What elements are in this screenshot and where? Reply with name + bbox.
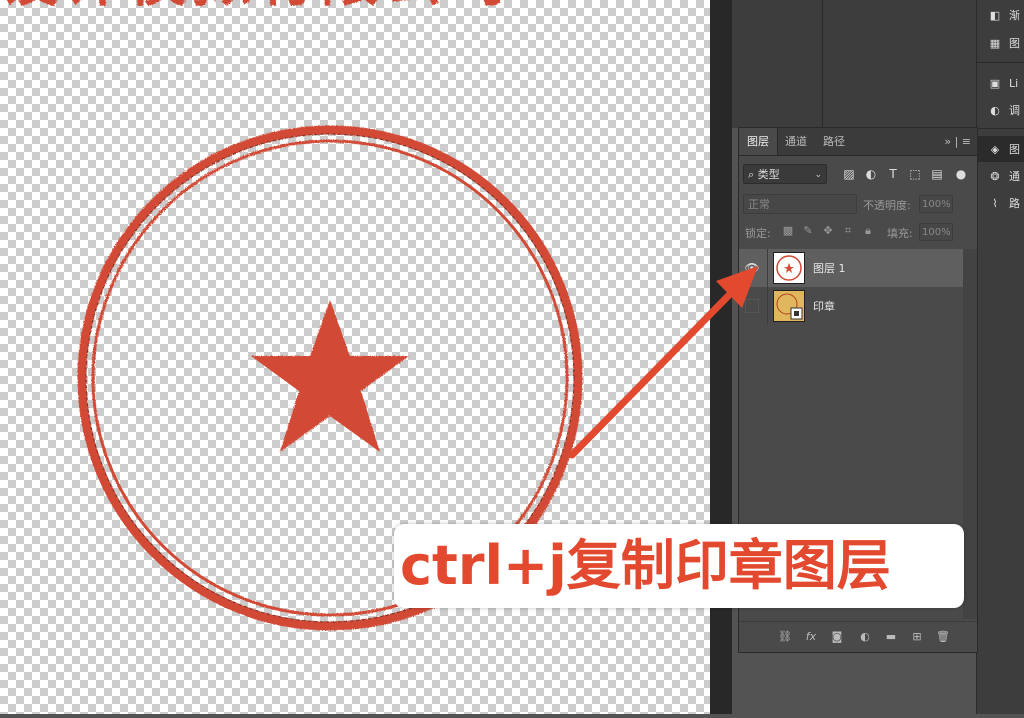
- layers-scrollbar[interactable]: [963, 249, 977, 619]
- annotation-text: ctrl+j复制印章图层: [400, 534, 891, 597]
- adjustments-icon: ◐: [990, 103, 1000, 117]
- filter-adjustment-icon[interactable]: ◐: [863, 166, 879, 182]
- tab-paths[interactable]: 路径: [815, 128, 853, 155]
- paths-icon: ⌇: [992, 196, 998, 210]
- lock-artboard-icon[interactable]: ⌗: [841, 224, 855, 238]
- tab-layers[interactable]: 图层: [739, 128, 778, 155]
- pattern-grid-icon: ▦: [989, 36, 1001, 50]
- trash-icon[interactable]: 🗑︎: [935, 629, 951, 645]
- annotation-callout: ctrl+j复制印章图层: [394, 524, 964, 608]
- lock-paint-icon[interactable]: ✎: [801, 224, 815, 238]
- stamp-star: [251, 300, 409, 452]
- lock-move-icon[interactable]: ✥: [821, 224, 835, 238]
- fill-field[interactable]: 100%: [919, 223, 953, 241]
- layer-thumbnail: [773, 290, 805, 322]
- channels-icon: ❂: [990, 169, 1000, 183]
- panel-menu-button[interactable]: » | ≡: [944, 128, 971, 155]
- layer-thumbnail: [773, 252, 805, 284]
- fx-icon[interactable]: fx: [803, 629, 819, 645]
- panel-tabs: 图层 通道 路径 » | ≡: [739, 128, 977, 156]
- chevron-down-icon: ⌄: [814, 170, 822, 180]
- stamp-text: 设计模拟有限公司: [0, 0, 512, 14]
- lock-transparent-icon[interactable]: ▩: [781, 224, 795, 238]
- panel-adjustments[interactable]: ◐ 调: [977, 97, 1024, 123]
- blend-mode-select[interactable]: 正常: [743, 194, 857, 214]
- library-icon: ▣: [989, 76, 1001, 90]
- fill-label: 填充:: [887, 227, 913, 240]
- layers-icon: ◈: [990, 142, 1000, 156]
- filter-pixel-icon[interactable]: ▨: [841, 166, 857, 182]
- opacity-field[interactable]: 100%: [919, 195, 953, 213]
- filter-toggle-icon[interactable]: ●: [953, 166, 969, 182]
- adjustment-layer-icon[interactable]: ◐: [857, 629, 873, 645]
- layer-row-layer1[interactable]: 👁︎ 图层 1: [739, 249, 963, 287]
- eye-icon[interactable]: 👁︎: [743, 259, 761, 277]
- gradient-swatch-icon: ◧: [989, 8, 1001, 22]
- layer-filter-select[interactable]: ⌕ 类型 ⌄: [743, 164, 827, 184]
- filter-smartobject-icon[interactable]: ▤: [929, 166, 945, 182]
- filter-shape-icon[interactable]: ⬚: [907, 166, 923, 182]
- opacity-label: 不透明度:: [863, 199, 911, 212]
- panel-channels[interactable]: ❂ 通: [977, 163, 1024, 189]
- panel-gradients[interactable]: ◧ 渐: [977, 2, 1024, 28]
- lock-label: 锁定:: [745, 227, 771, 240]
- new-layer-icon[interactable]: ⊞: [909, 629, 925, 645]
- layer-row-stamp[interactable]: 印章: [739, 287, 963, 325]
- panel-paths[interactable]: ⌇ 路: [977, 190, 1024, 216]
- search-icon: ⌕: [748, 168, 758, 181]
- layers-panel-footer: ⛓ fx ◙ ◐ ▬ ⊞ 🗑︎: [739, 621, 977, 652]
- visibility-toggle[interactable]: [745, 299, 759, 313]
- lock-all-icon[interactable]: 🔒︎: [861, 224, 875, 238]
- folder-icon[interactable]: ▬: [883, 629, 899, 645]
- panel-patterns[interactable]: ▦ 图: [977, 30, 1024, 56]
- layer-name[interactable]: 印章: [813, 298, 835, 314]
- panel-libraries[interactable]: ▣ Li: [977, 70, 1024, 96]
- panel-layers[interactable]: ◈ 图: [977, 136, 1024, 162]
- link-icon[interactable]: ⛓: [777, 629, 793, 645]
- collapsed-panels-column: ◧ 渐 ▦ 图 ▣ Li ◐ 调 ◈ 图 ❂ 通 ⌇ 路: [976, 0, 1024, 714]
- filter-type-icon[interactable]: T: [885, 166, 901, 182]
- tab-channels[interactable]: 通道: [777, 128, 815, 155]
- layer-name[interactable]: 图层 1: [813, 260, 846, 276]
- mask-icon[interactable]: ◙: [829, 629, 845, 645]
